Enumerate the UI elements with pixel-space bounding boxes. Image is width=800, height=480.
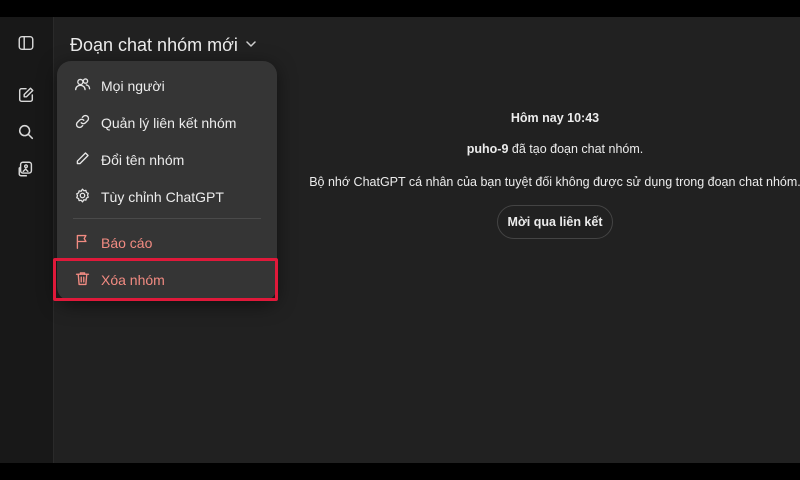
sidebar	[0, 17, 54, 463]
pencil-icon	[74, 150, 91, 170]
menu-item-delete-group[interactable]: Xóa nhóm	[65, 263, 269, 297]
trash-icon	[74, 270, 91, 290]
search-icon[interactable]	[14, 120, 38, 144]
gear-icon	[74, 187, 91, 207]
menu-item-label: Báo cáo	[101, 235, 153, 251]
link-icon	[74, 113, 91, 133]
chat-created-notice: puho-9 đã tạo đoạn chat nhóm.	[300, 142, 800, 156]
menu-item-customize-chatgpt[interactable]: Tùy chỉnh ChatGPT	[65, 180, 269, 214]
sidebar-toggle-icon[interactable]	[14, 31, 38, 55]
memory-notice: Bộ nhớ ChatGPT cá nhân của bạn tuyệt đối…	[309, 175, 800, 189]
app-window: Đoạn chat nhóm mới Mọi người Quản lý liê…	[0, 17, 800, 463]
invite-via-link-button[interactable]: Mời qua liên kết	[497, 205, 613, 239]
menu-item-label: Đổi tên nhóm	[101, 152, 185, 168]
new-chat-icon[interactable]	[14, 83, 38, 107]
menu-item-rename-group[interactable]: Đổi tên nhóm	[65, 143, 269, 177]
menu-item-label: Mọi người	[101, 78, 165, 94]
menu-item-label: Tùy chỉnh ChatGPT	[101, 189, 224, 205]
people-icon	[74, 76, 91, 96]
menu-item-people[interactable]: Mọi người	[65, 69, 269, 103]
chevron-down-icon	[244, 35, 258, 56]
menu-item-report[interactable]: Báo cáo	[65, 226, 269, 260]
flag-icon	[74, 233, 91, 253]
creator-action: đã tạo đoạn chat nhóm.	[511, 142, 644, 156]
menu-item-label: Quản lý liên kết nhóm	[101, 115, 237, 131]
chat-title-dropdown[interactable]: Đoạn chat nhóm mới	[70, 31, 258, 59]
menu-divider	[73, 218, 261, 219]
group-options-menu: Mọi người Quản lý liên kết nhóm Đổi tên …	[57, 61, 277, 301]
menu-item-manage-links[interactable]: Quản lý liên kết nhóm	[65, 106, 269, 140]
page-title: Đoạn chat nhóm mới	[70, 34, 238, 55]
menu-item-label: Xóa nhóm	[101, 272, 165, 288]
creator-name: puho-9	[466, 142, 509, 156]
library-icon[interactable]	[14, 157, 38, 181]
chat-timestamp: Hôm nay 10:43	[510, 111, 600, 125]
